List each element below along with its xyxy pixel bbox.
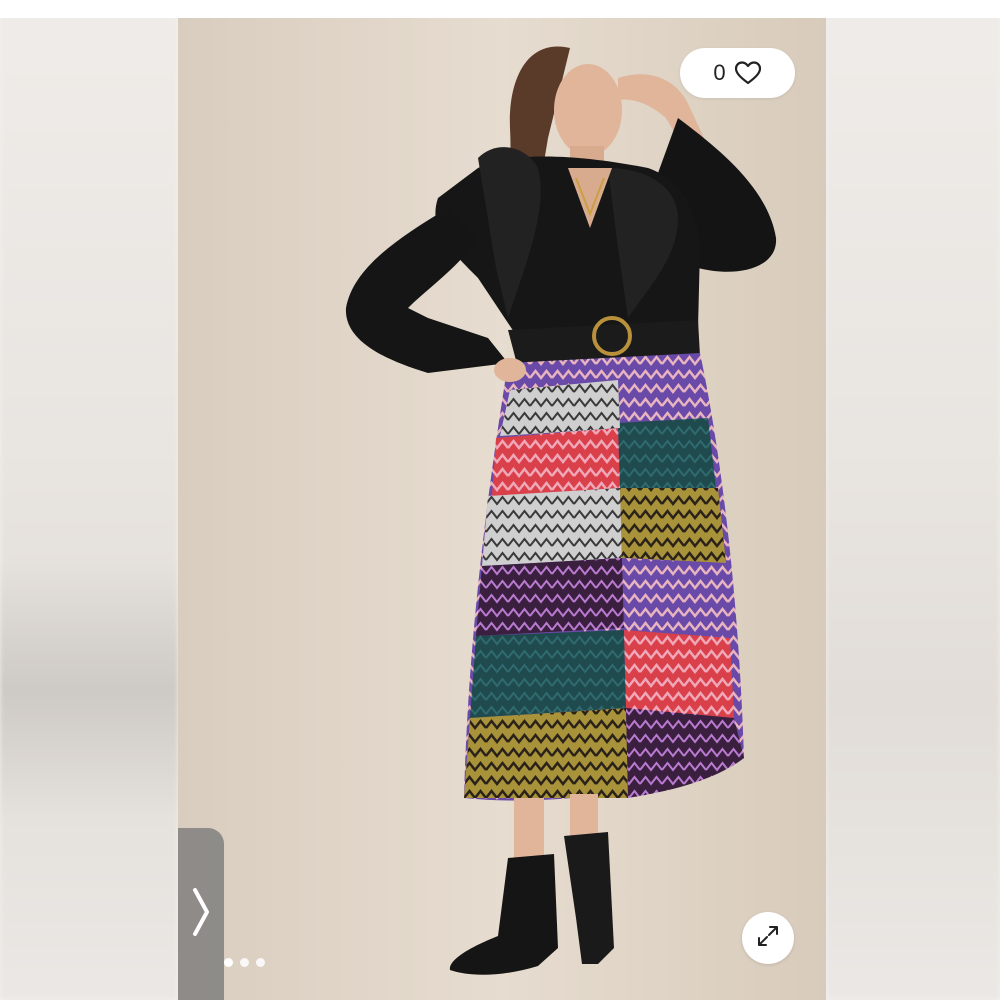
expand-button[interactable] bbox=[742, 912, 794, 964]
expand-arrows-icon bbox=[755, 923, 781, 954]
carousel-dots bbox=[224, 958, 265, 967]
chevron-right-icon bbox=[190, 884, 212, 945]
like-button[interactable]: 0 bbox=[680, 48, 795, 98]
next-image-button[interactable] bbox=[178, 828, 224, 1000]
like-count: 0 bbox=[713, 60, 726, 85]
carousel-dot[interactable] bbox=[256, 958, 265, 967]
product-photo-viewer: 0 bbox=[0, 0, 1000, 1000]
blurred-backdrop-left bbox=[0, 0, 178, 1000]
carousel-dot[interactable] bbox=[224, 958, 233, 967]
carousel-dot[interactable] bbox=[240, 958, 249, 967]
blurred-backdrop-right bbox=[826, 0, 1000, 1000]
heart-outline-icon bbox=[734, 60, 762, 86]
product-photo[interactable] bbox=[178, 18, 826, 1000]
top-strip bbox=[0, 0, 1000, 18]
model-illustration bbox=[178, 18, 826, 1000]
